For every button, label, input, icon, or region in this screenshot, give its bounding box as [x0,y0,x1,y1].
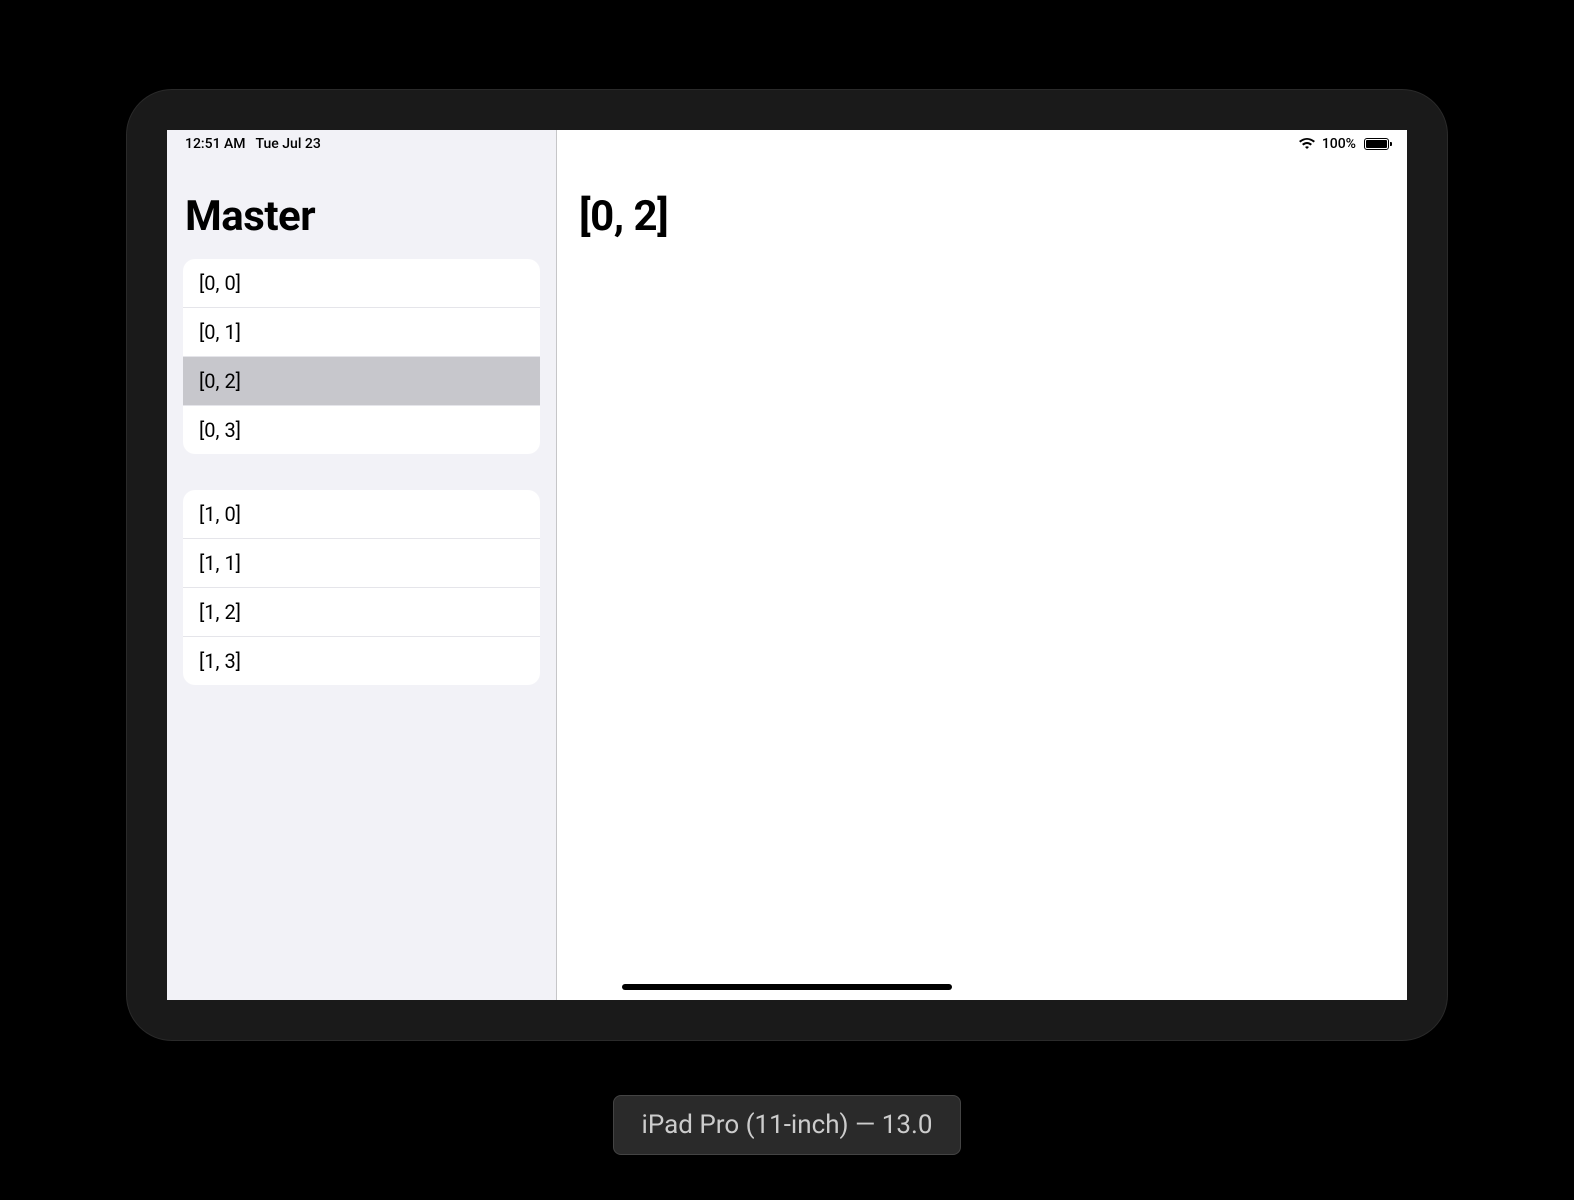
list-section-0: [0, 0] [0, 1] [0, 2] [0, 3] [183,259,540,454]
battery-percent: 100% [1322,136,1356,152]
list-item[interactable]: [0, 1] [183,308,540,357]
home-indicator[interactable] [622,984,952,990]
status-left: 12:51 AM Tue Jul 23 [185,136,321,152]
status-bar: 12:51 AM Tue Jul 23 100% [167,130,1407,158]
list-item[interactable]: [0, 2] [183,357,540,406]
list-item[interactable]: [0, 0] [183,259,540,308]
screen: 12:51 AM Tue Jul 23 100% Master [0, 0] [… [167,130,1407,1000]
status-time: 12:51 AM [185,136,246,152]
list-item[interactable]: [1, 3] [183,637,540,685]
list-item[interactable]: [0, 3] [183,406,540,454]
list-item[interactable]: [1, 2] [183,588,540,637]
wifi-icon [1298,137,1316,151]
master-panel: Master [0, 0] [0, 1] [0, 2] [0, 3] [1, 0… [167,130,557,1000]
device-frame: 12:51 AM Tue Jul 23 100% Master [0, 0] [… [127,90,1447,1040]
status-date: Tue Jul 23 [256,136,321,152]
master-title: Master [167,180,556,259]
list-item[interactable]: [1, 0] [183,490,540,539]
device-label: iPad Pro (11-inch) — 13.0 [613,1095,962,1155]
battery-icon [1364,138,1389,150]
list-section-1: [1, 0] [1, 1] [1, 2] [1, 3] [183,490,540,685]
detail-title: [0, 2] [557,180,1407,253]
status-right: 100% [1298,136,1389,152]
detail-panel: [0, 2] [557,130,1407,1000]
list-item[interactable]: [1, 1] [183,539,540,588]
